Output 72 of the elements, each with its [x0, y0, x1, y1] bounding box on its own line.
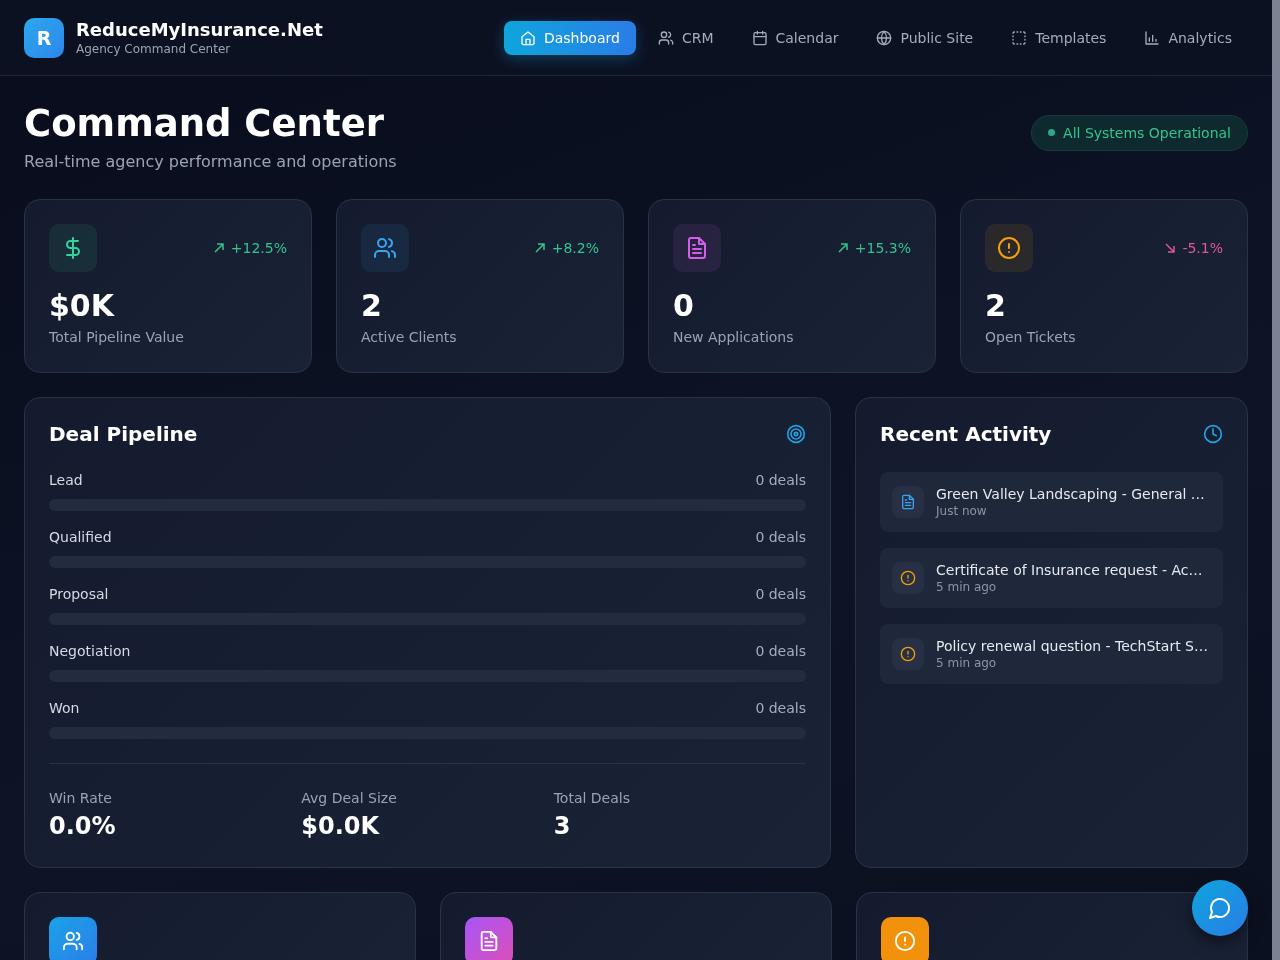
activity-item[interactable]: Policy renewal question - TechStart S… 5 min ago [880, 624, 1223, 684]
nav-tab[interactable]: Templates [995, 20, 1123, 55]
brand-tagline: Agency Command Center [76, 42, 232, 56]
stage-name: Qualified [49, 529, 112, 545]
alert-icon [900, 646, 916, 662]
deal-count: 0 deals [755, 586, 806, 602]
clock-icon [1203, 424, 1223, 444]
metric-label: Avg Deal Size [301, 790, 398, 806]
target-icon [786, 424, 806, 444]
activity-time: Just now [936, 504, 988, 518]
trend-change: +12.5% [230, 240, 287, 256]
stat-value: 2 [361, 288, 383, 323]
chat-button[interactable] [1192, 880, 1248, 936]
panel-title: Deal Pipeline [49, 422, 198, 446]
trend-change: +8.2% [551, 240, 599, 256]
globe-icon [876, 29, 893, 46]
stage-name: Lead [49, 472, 83, 488]
trend-change: -5.1% [1182, 240, 1223, 256]
activity-item[interactable]: Green Valley Landscaping - General … Just now [880, 472, 1223, 532]
chat-bubble-icon [1208, 896, 1232, 920]
calendar-icon [751, 29, 768, 46]
nav-tab[interactable]: Public Site [860, 20, 990, 55]
deal-count: 0 deals [755, 529, 806, 545]
metric-value: 0.0% [49, 812, 117, 840]
document-icon [685, 236, 709, 260]
stat-label: New Applications [673, 329, 795, 345]
brand-name: ReduceMyInsurance.Net [76, 19, 323, 40]
nav-tab[interactable]: Analytics [1128, 20, 1248, 55]
status-text: All Systems Operational [1063, 124, 1231, 141]
metric-value: 3 [553, 812, 572, 840]
document-icon [900, 494, 916, 510]
stat-label: Open Tickets [985, 329, 1077, 345]
stage-name: Won [49, 700, 80, 716]
page-subtitle: Real-time agency performance and operations [24, 152, 397, 171]
nav-tab[interactable]: Dashboard [503, 20, 636, 55]
home-icon [519, 29, 536, 46]
deal-count: 0 deals [755, 472, 806, 488]
logo-tile: R [24, 17, 64, 58]
stat-label: Total Pipeline Value [49, 329, 185, 345]
nav-tab[interactable]: CRM [641, 20, 730, 55]
metric-value: $0.0K [301, 812, 381, 840]
deal-count: 0 deals [755, 643, 806, 659]
stage-name: Proposal [49, 586, 109, 602]
alert-icon [894, 930, 916, 952]
metric-label: Win Rate [49, 790, 113, 806]
nav-tab[interactable]: Calendar [735, 20, 855, 55]
dashed-icon [1011, 29, 1028, 46]
activity-item[interactable]: Certificate of Insurance request - Ac… 5 min ago [880, 548, 1223, 608]
trend-change: +15.3% [854, 240, 911, 256]
page-title: Command Center [24, 102, 385, 146]
activity-time: 5 min ago [936, 656, 998, 670]
deal-count: 0 deals [755, 700, 806, 716]
metric-label: Total Deals [553, 790, 631, 806]
status-dot-icon [1048, 129, 1056, 136]
stat-value: 2 [985, 288, 1007, 323]
stat-label: Active Clients [361, 329, 458, 345]
bars-icon [1144, 29, 1161, 46]
document-icon [478, 930, 500, 952]
users-icon [373, 236, 397, 260]
stage-name: Negotiation [49, 643, 131, 659]
activity-title: Green Valley Landscaping - General … [936, 486, 1205, 502]
stat-value: 0 [673, 288, 695, 323]
users-icon [62, 930, 84, 952]
activity-time: 5 min ago [936, 580, 998, 594]
alert-icon [900, 570, 916, 586]
scrollbar[interactable] [1272, 0, 1280, 960]
alert-icon [997, 236, 1021, 260]
panel-title: Recent Activity [880, 422, 1052, 446]
activity-title: Policy renewal question - TechStart S… [936, 638, 1208, 654]
users-icon [657, 29, 674, 46]
activity-title: Certificate of Insurance request - Ac… [936, 562, 1203, 578]
stat-value: $0K [49, 288, 116, 323]
